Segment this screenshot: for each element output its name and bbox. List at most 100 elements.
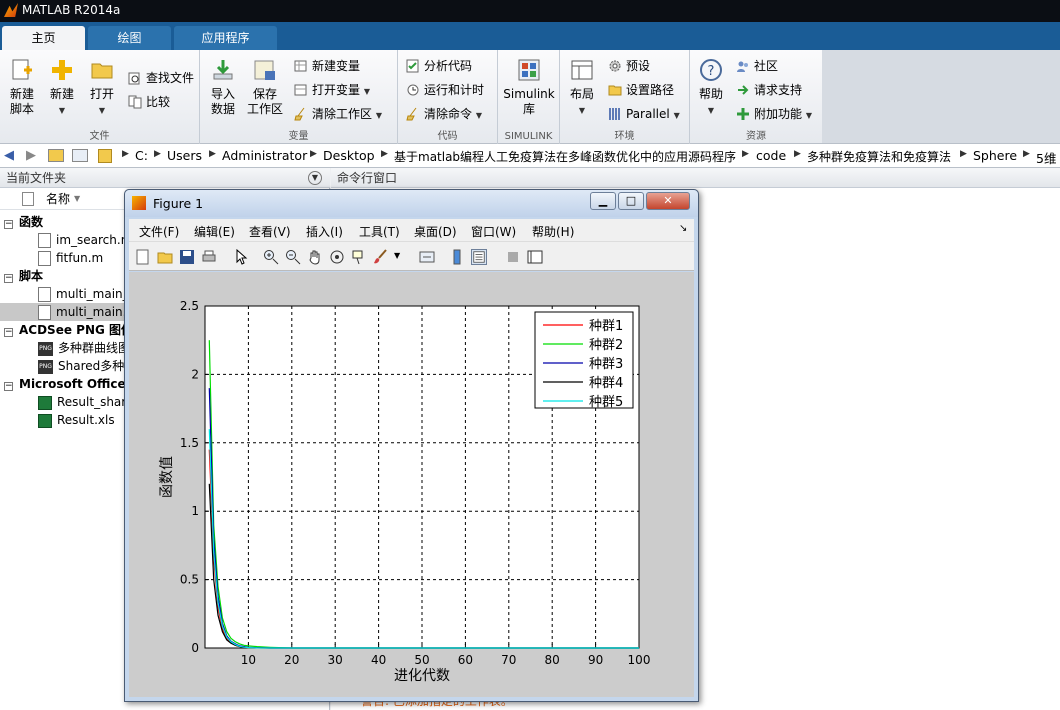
tab-home[interactable]: 主页 xyxy=(2,26,85,50)
png-file-icon: PNG xyxy=(38,359,53,374)
clear-workspace-button[interactable]: 清除工作区 ▼ xyxy=(292,104,382,124)
legend[interactable]: 种群1 种群2 种群3 种群4 种群5 xyxy=(534,311,634,410)
back-icon[interactable]: ◀ xyxy=(4,148,14,163)
save-workspace-button[interactable]: 保存 工作区 xyxy=(244,58,286,117)
zoom-out-icon[interactable] xyxy=(285,249,301,265)
browse-folder-icon[interactable] xyxy=(72,149,88,162)
figure-title: Figure 1 xyxy=(153,196,204,211)
list-item[interactable]: Result.xls xyxy=(38,411,115,429)
menu-window[interactable]: 窗口(W) xyxy=(471,223,516,240)
breadcrumb-administrator[interactable]: Administrator xyxy=(222,148,307,163)
line-chart[interactable]: 10 20 30 40 50 60 70 80 90 100 0 0.5 1 1.5 2 2.5 进化代数 函… xyxy=(129,272,694,697)
figure-toolbar: ▼ xyxy=(129,241,694,271)
breadcrumb-code[interactable]: code xyxy=(756,148,786,163)
group-label-simulink: SIMULINK xyxy=(504,131,553,142)
tree-group-png[interactable]: − ACDSee PNG 图像 xyxy=(4,321,133,339)
minimize-button[interactable]: ▁ xyxy=(590,192,616,210)
brush-dropdown-icon[interactable]: ▼ xyxy=(394,251,400,260)
layout-button[interactable]: 布局 ▼ xyxy=(566,58,598,118)
set-path-button[interactable]: 设置路径 xyxy=(606,80,674,100)
close-button[interactable]: ✕ xyxy=(646,192,690,210)
add-ons-button[interactable]: 附加功能 ▼ xyxy=(734,104,812,124)
pointer-icon[interactable] xyxy=(233,249,249,265)
collapse-icon[interactable]: − xyxy=(4,220,13,229)
list-item[interactable]: Result_shar xyxy=(38,393,126,411)
preferences-button[interactable]: 预设 xyxy=(606,56,650,76)
new-variable-button[interactable]: 新建变量 xyxy=(292,56,360,76)
tree-group-functions[interactable]: − 函数 xyxy=(4,213,43,231)
community-button[interactable]: 社区 xyxy=(734,56,778,76)
link-plot-icon[interactable] xyxy=(419,249,435,265)
collapse-icon[interactable]: − xyxy=(4,382,13,391)
tab-plots[interactable]: 绘图 xyxy=(88,26,171,50)
show-plot-tools-icon[interactable] xyxy=(527,249,543,265)
run-and-time-button[interactable]: 运行和计时 xyxy=(404,80,484,100)
figure-window[interactable]: Figure 1 ▁ □ ✕ 文件(F) 编辑(E) 查看(V) 插入(I) 工… xyxy=(124,189,699,702)
x-tick-label: 30 xyxy=(328,653,343,667)
list-item[interactable]: fitfun.m xyxy=(38,249,103,267)
save-icon[interactable] xyxy=(179,249,195,265)
hide-plot-tools-icon[interactable] xyxy=(505,249,521,265)
breadcrumb-sphere[interactable]: Sphere xyxy=(973,148,1017,163)
list-item-selected[interactable]: multi_main. xyxy=(0,303,126,321)
legend-toggle-icon[interactable] xyxy=(471,249,487,265)
list-item[interactable]: PNG Shared多种 xyxy=(38,357,124,375)
tab-apps[interactable]: 应用程序 xyxy=(174,26,277,50)
breadcrumb-users[interactable]: Users xyxy=(167,148,202,163)
dock-arrow-icon[interactable]: ↘ xyxy=(679,223,687,234)
menu-file[interactable]: 文件(F) xyxy=(139,223,179,240)
open-button[interactable]: 打开 ▼ xyxy=(84,58,120,118)
menu-desktop[interactable]: 桌面(D) xyxy=(414,223,457,240)
new-script-button[interactable]: 新建 脚本 xyxy=(4,58,40,117)
figure-title-bar[interactable]: Figure 1 ▁ □ ✕ xyxy=(125,190,698,217)
folder-icon xyxy=(91,63,113,79)
menu-tools[interactable]: 工具(T) xyxy=(359,223,400,240)
menu-insert[interactable]: 插入(I) xyxy=(306,223,343,240)
breadcrumb-c[interactable]: C: xyxy=(135,148,148,163)
y-tick-label: 2.5 xyxy=(180,299,199,313)
parallel-button[interactable]: Parallel ▼ xyxy=(606,104,680,124)
list-item[interactable]: multi_main_ xyxy=(38,285,129,303)
compare-button[interactable]: 比较 xyxy=(126,92,170,112)
request-support-button[interactable]: 请求支持 xyxy=(734,80,802,100)
data-cursor-icon[interactable] xyxy=(351,249,367,265)
open-file-icon[interactable] xyxy=(157,249,173,265)
brush-icon[interactable] xyxy=(373,249,389,265)
colorbar-icon[interactable] xyxy=(449,249,465,265)
import-data-button[interactable]: 导入 数据 xyxy=(206,58,240,117)
print-icon[interactable] xyxy=(201,249,217,265)
zoom-in-icon[interactable] xyxy=(263,249,279,265)
help-button[interactable]: ? 帮助 ▼ xyxy=(696,58,726,118)
tree-group-scripts[interactable]: − 脚本 xyxy=(4,267,43,285)
collapse-icon[interactable]: − xyxy=(4,328,13,337)
find-files-button[interactable]: 查找文件 xyxy=(126,68,194,88)
menu-help[interactable]: 帮助(H) xyxy=(532,223,574,240)
maximize-button[interactable]: □ xyxy=(618,192,644,210)
breadcrumb-desktop[interactable]: Desktop xyxy=(323,148,375,163)
menu-view[interactable]: 查看(V) xyxy=(249,223,291,240)
breadcrumb-project[interactable]: 基于matlab编程人工免疫算法在多峰函数优化中的应用源码程序 xyxy=(394,148,736,165)
m-file-icon xyxy=(38,233,51,248)
collapse-icon[interactable]: − xyxy=(4,274,13,283)
open-variable-button[interactable]: 打开变量 ▼ xyxy=(292,80,370,100)
list-item[interactable]: PNG 多种群曲线图 xyxy=(38,339,130,357)
menu-edit[interactable]: 编辑(E) xyxy=(194,223,235,240)
breadcrumb-5d[interactable]: 5维 xyxy=(1036,148,1056,167)
rotate-3d-icon[interactable] xyxy=(329,249,345,265)
up-folder-icon[interactable] xyxy=(48,149,64,162)
list-item[interactable]: im_search.m xyxy=(38,231,132,249)
breadcrumb-algorithms[interactable]: 多种群免疫算法和免疫算法 xyxy=(807,148,951,165)
new-button[interactable]: 新建 ▼ xyxy=(44,58,80,118)
new-figure-icon[interactable] xyxy=(135,249,151,265)
x-tick-label: 80 xyxy=(545,653,560,667)
simulink-library-button[interactable]: Simulink 库 xyxy=(502,58,556,117)
clear-commands-button[interactable]: 清除命令 ▼ xyxy=(404,104,482,124)
panel-menu-icon[interactable]: ▼ xyxy=(308,171,322,185)
column-name[interactable]: 名称 xyxy=(46,188,70,210)
pan-hand-icon[interactable] xyxy=(307,249,323,265)
x-tick-label: 40 xyxy=(371,653,386,667)
window-title: MATLAB R2014a xyxy=(22,3,121,17)
tree-group-office[interactable]: − Microsoft Office xyxy=(4,375,126,393)
forward-icon[interactable]: ▶ xyxy=(26,148,36,163)
analyze-code-button[interactable]: 分析代码 xyxy=(404,56,472,76)
